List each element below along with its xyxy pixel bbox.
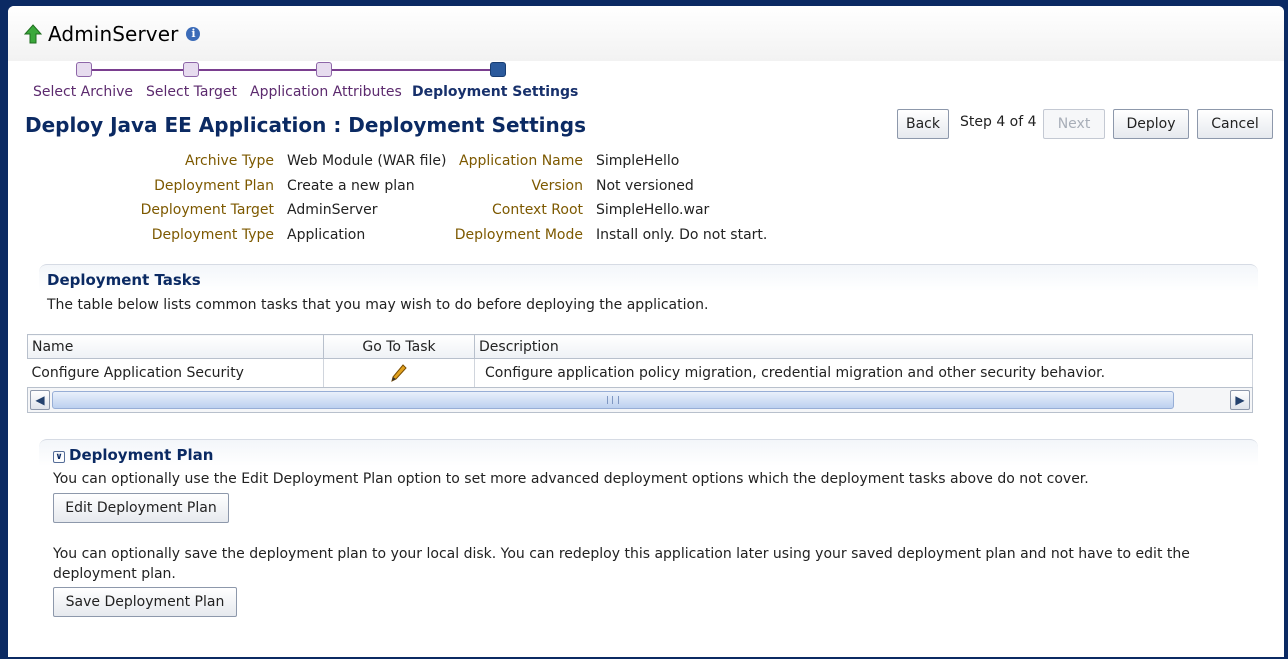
deployment-plan-header[interactable]: ∨ Deployment Plan [53, 446, 213, 464]
properties-left-values: Web Module (WAR file) Create a new plan … [287, 149, 446, 248]
prop-value-context-root: SimpleHello.war [596, 202, 710, 219]
train-connector [92, 69, 500, 71]
info-icon[interactable]: i [186, 27, 201, 41]
prop-label-context-root: Context Root [491, 202, 583, 219]
deployment-tasks-title: Deployment Tasks [47, 271, 201, 289]
server-title-row: AdminServer i [24, 22, 201, 46]
grip-icon [607, 396, 619, 404]
prop-label-deployment-target: Deployment Target [140, 202, 274, 219]
pencil-icon[interactable] [391, 364, 407, 382]
train-stop-select-archive[interactable] [76, 62, 92, 77]
prop-value-archive-type: Web Module (WAR file) [287, 153, 447, 169]
prop-label-archive-type: Archive Type [185, 153, 274, 169]
properties-right-values: SimpleHello Not versioned SimpleHello.wa… [596, 149, 767, 248]
prop-value-deployment-type: Application [287, 227, 366, 244]
prop-label-deployment-type: Deployment Type [151, 227, 274, 244]
scroll-right-icon[interactable]: ▶ [1230, 390, 1250, 410]
train-label-select-target[interactable]: Select Target [146, 84, 237, 100]
column-header-name[interactable]: Name [27, 334, 324, 359]
column-header-go-to-task[interactable]: Go To Task [323, 334, 475, 359]
column-header-description[interactable]: Description [474, 334, 1253, 359]
prop-value-deployment-plan: Create a new plan [287, 177, 415, 194]
task-name-cell: Configure Application Security [27, 358, 324, 387]
table-header-row: Name Go To Task Description [27, 334, 1253, 359]
train-label-deployment-settings: Deployment Settings [412, 84, 579, 100]
task-description-cell: Configure application policy migration, … [474, 358, 1253, 387]
save-plan-text: You can optionally save the deployment p… [53, 546, 1190, 582]
table-row[interactable]: Configure Application Security Configure… [27, 358, 1253, 387]
prop-value-deployment-mode: Install only. Do not start. [596, 227, 768, 244]
properties-right-labels: Application Name Version Context Root De… [448, 149, 583, 248]
train-stop-deployment-settings [490, 62, 506, 77]
page-title: Deploy Java EE Application : Deployment … [25, 113, 586, 137]
scroll-left-icon[interactable]: ◀ [30, 390, 50, 410]
back-button[interactable]: Back [897, 109, 949, 139]
prop-value-application-name: SimpleHello [596, 153, 680, 169]
deployment-tasks-table: Name Go To Task Description Configure Ap… [27, 334, 1253, 387]
prop-label-version: Version [531, 177, 583, 194]
wizard-train: Select Archive Select Target Application… [8, 61, 1284, 106]
next-button[interactable]: Next [1043, 109, 1105, 139]
step-indicator: Step 4 of 4 [960, 114, 1037, 130]
table-horizontal-scrollbar[interactable]: ◀ ▶ [27, 387, 1253, 413]
collapse-icon[interactable]: ∨ [53, 451, 65, 463]
edit-plan-text: You can optionally use the Edit Deployme… [53, 471, 1089, 487]
prop-label-deployment-plan: Deployment Plan [154, 177, 274, 194]
scroll-thumb[interactable] [52, 391, 1174, 409]
prop-label-application-name: Application Name [459, 153, 583, 169]
deployment-plan-title: Deployment Plan [69, 446, 214, 464]
properties-left-labels: Archive Type Deployment Plan Deployment … [108, 149, 274, 248]
main-window: AdminServer i Select Archive Select Targ… [8, 6, 1284, 657]
prop-label-deployment-mode: Deployment Mode [454, 227, 583, 244]
train-stop-application-attributes[interactable] [316, 62, 332, 77]
server-name: AdminServer [48, 22, 179, 46]
train-label-application-attributes[interactable]: Application Attributes [250, 84, 402, 100]
deploy-button[interactable]: Deploy [1113, 109, 1189, 139]
edit-deployment-plan-button[interactable]: Edit Deployment Plan [53, 493, 229, 523]
cancel-button[interactable]: Cancel [1197, 109, 1273, 139]
green-up-arrow-icon [24, 24, 42, 44]
train-stop-select-target[interactable] [183, 62, 199, 77]
save-deployment-plan-button[interactable]: Save Deployment Plan [53, 587, 237, 617]
go-to-task-cell [323, 358, 475, 387]
prop-value-version: Not versioned [596, 177, 694, 194]
deployment-tasks-description: The table below lists common tasks that … [47, 297, 709, 313]
page-header: AdminServer i [8, 6, 1284, 61]
train-label-select-archive[interactable]: Select Archive [33, 84, 133, 100]
prop-value-deployment-target: AdminServer [287, 202, 378, 219]
